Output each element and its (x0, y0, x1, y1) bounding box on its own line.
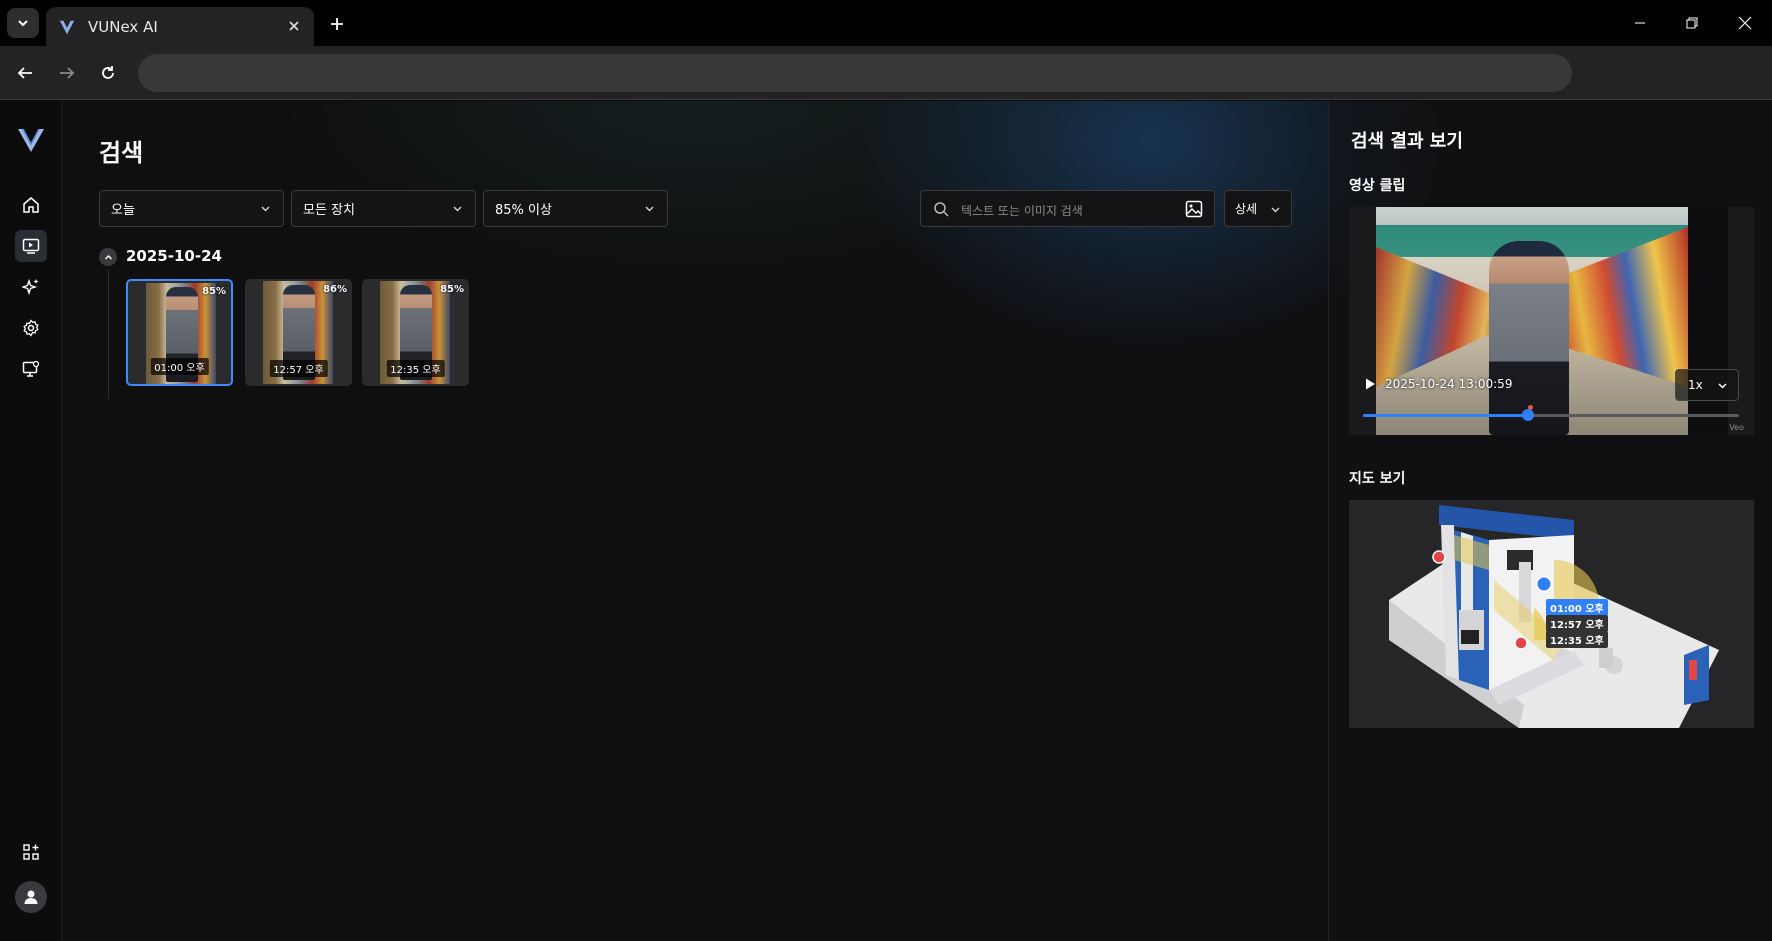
video-timestamp: 2025-10-24 13:00:59 (1385, 377, 1513, 391)
apps-add-icon[interactable] (15, 836, 47, 868)
address-bar[interactable] (138, 54, 1572, 92)
match-score: 85% (440, 284, 464, 295)
results-panel: 검색 결과 보기 영상 클립 2025-10-24 13:00:59 1x Ve… (1328, 101, 1772, 941)
video-player[interactable]: 2025-10-24 13:00:59 1x Veo (1349, 207, 1754, 435)
forward-button[interactable] (52, 58, 82, 88)
floor-map[interactable]: 01:00 오후 12:57 오후 12:35 오후 (1349, 500, 1754, 728)
group-divider (108, 269, 109, 399)
playback-speed-value: 1x (1688, 378, 1703, 392)
home-icon[interactable] (15, 189, 47, 221)
search-input[interactable]: 텍스트 또는 이미지 검색 (920, 190, 1215, 227)
map-section-title: 지도 보기 (1349, 471, 1406, 487)
search-placeholder: 텍스트 또는 이미지 검색 (961, 204, 1083, 218)
match-score: 86% (323, 284, 347, 295)
settings-icon[interactable] (15, 312, 47, 344)
chevron-down-icon (1718, 383, 1727, 389)
date-filter-dropdown[interactable]: 오늘 (99, 190, 284, 227)
map-time-label: 12:57 오후 (1546, 615, 1608, 632)
detail-dropdown[interactable]: 상세 (1224, 190, 1292, 227)
result-time: 12:57 오후 (269, 360, 328, 377)
playback-speed-dropdown[interactable]: 1x (1675, 369, 1739, 401)
chevron-down-icon (1271, 207, 1280, 213)
reload-button[interactable] (93, 58, 123, 88)
close-tab-icon[interactable] (284, 16, 304, 36)
logo-icon[interactable] (15, 124, 47, 156)
chevron-down-icon (18, 20, 28, 27)
close-icon (1738, 16, 1752, 30)
plus-icon (331, 18, 343, 30)
tab-title: VUNex AI (88, 17, 158, 36)
collapse-group-button[interactable] (99, 248, 117, 266)
panel-title: 검색 결과 보기 (1351, 131, 1463, 152)
restore-button[interactable] (1672, 10, 1712, 36)
group-date: 2025-10-24 (126, 247, 222, 265)
reload-icon (102, 66, 114, 79)
seek-progress (1363, 414, 1529, 417)
new-tab-button[interactable] (324, 11, 350, 37)
vunex-favicon-icon (59, 20, 75, 34)
chevron-up-icon (104, 254, 112, 259)
tab-list-button[interactable] (7, 8, 39, 38)
search-main: 검색 오늘 모든 장치 85% 이상 텍스트 또는 이미지 검색 상세 2025… (62, 101, 1328, 941)
device-filter-dropdown[interactable]: 모든 장치 (291, 190, 476, 227)
browser-tab[interactable]: VUNex AI (46, 7, 314, 46)
result-time: 01:00 오후 (150, 358, 209, 375)
chevron-down-icon (645, 206, 654, 212)
browser-toolbar (0, 46, 1772, 100)
browser-titlebar: VUNex AI (0, 0, 1772, 46)
map-pin-marker[interactable] (1432, 550, 1446, 564)
map-pin-active[interactable] (1535, 575, 1553, 593)
app-root: 검색 오늘 모든 장치 85% 이상 텍스트 또는 이미지 검색 상세 2025… (0, 101, 1772, 941)
chevron-down-icon (453, 206, 462, 212)
threshold-filter-value: 85% 이상 (495, 203, 552, 218)
arrow-left-icon (17, 67, 32, 79)
sparkle-ai-icon[interactable] (15, 271, 47, 303)
page-title: 검색 (99, 139, 144, 167)
result-thumbnail[interactable]: 85% 12:35 오후 (362, 279, 469, 386)
threshold-filter-dropdown[interactable]: 85% 이상 (483, 190, 668, 227)
back-button[interactable] (10, 58, 40, 88)
map-pin-marker[interactable] (1514, 636, 1528, 650)
result-thumbnail[interactable]: 86% 12:57 오후 (245, 279, 352, 386)
arrow-right-icon (60, 67, 75, 79)
chevron-down-icon (261, 206, 270, 212)
result-thumbnail[interactable]: 85% 01:00 오후 (126, 279, 233, 386)
close-window-button[interactable] (1725, 10, 1765, 36)
image-search-icon[interactable] (1185, 200, 1203, 218)
map-time-label: 01:00 오후 (1546, 599, 1608, 616)
map-time-label: 12:35 오후 (1546, 631, 1608, 648)
user-avatar-icon[interactable] (15, 881, 47, 913)
match-score: 85% (202, 286, 226, 297)
result-time: 12:35 오후 (386, 360, 445, 377)
detail-label: 상세 (1235, 202, 1258, 216)
clip-section-title: 영상 클립 (1349, 178, 1406, 194)
video-search-icon[interactable] (15, 230, 47, 262)
restore-icon (1686, 17, 1698, 29)
device-filter-value: 모든 장치 (303, 203, 355, 218)
seek-bar[interactable] (1363, 405, 1739, 421)
search-icon (934, 202, 949, 217)
video-watermark: Veo (1729, 423, 1744, 432)
nav-rail (0, 101, 62, 941)
date-filter-value: 오늘 (111, 203, 135, 218)
minimize-icon (1635, 22, 1645, 24)
minimize-button[interactable] (1620, 10, 1660, 36)
play-icon[interactable] (1363, 377, 1377, 391)
monitor-settings-icon[interactable] (15, 353, 47, 385)
